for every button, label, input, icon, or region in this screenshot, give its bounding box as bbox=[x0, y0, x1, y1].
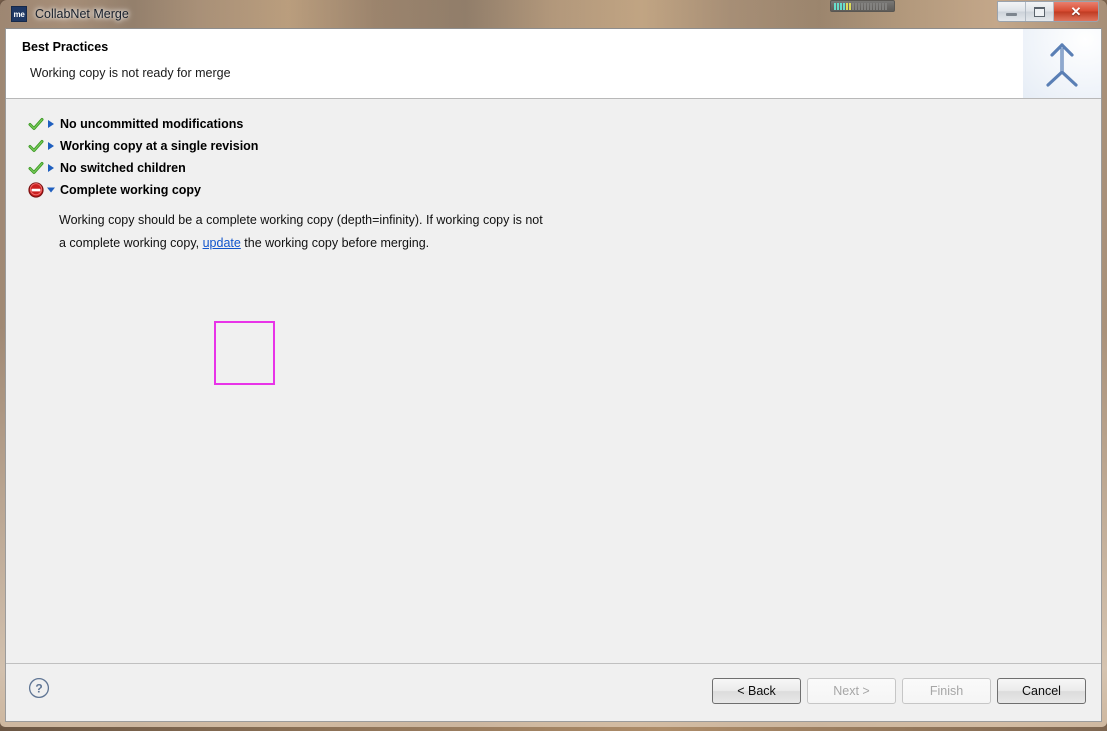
green-check-icon bbox=[28, 116, 44, 132]
detail-line-1: Working copy should be a complete workin… bbox=[59, 213, 543, 227]
dialog-footer: ? < Back Next > Finish Cancel bbox=[6, 663, 1101, 721]
detail-line-2-after: the working copy before merging. bbox=[240, 236, 430, 250]
detail-line-2: a complete working copy, update the work… bbox=[59, 232, 1101, 255]
page-subtitle: Working copy is not ready for merge bbox=[30, 66, 231, 80]
checklist-item-label: No switched children bbox=[60, 161, 186, 175]
content-area: No uncommitted modifications Working cop… bbox=[6, 99, 1101, 663]
desktop-background-strip bbox=[0, 727, 1107, 731]
red-error-icon bbox=[28, 182, 44, 198]
checklist-item-label: Complete working copy bbox=[60, 183, 201, 197]
chevron-down-icon[interactable] bbox=[44, 186, 58, 194]
wizard-button-bar: < Back Next > Finish Cancel bbox=[712, 678, 1086, 704]
chevron-right-icon[interactable] bbox=[44, 163, 58, 173]
chevron-right-icon[interactable] bbox=[44, 141, 58, 151]
cancel-button[interactable]: Cancel bbox=[997, 678, 1086, 704]
back-button[interactable]: < Back bbox=[712, 678, 801, 704]
update-link[interactable]: update bbox=[203, 236, 241, 250]
application-window: me CollabNet Merge ✕ Best Practices Work… bbox=[0, 0, 1107, 727]
svg-text:?: ? bbox=[35, 681, 42, 695]
merge-arrow-icon bbox=[1023, 29, 1101, 98]
detail-line-2-before: a complete working copy, bbox=[59, 236, 203, 250]
checklist-item-label: No uncommitted modifications bbox=[60, 117, 244, 131]
checklist-detail-text: Working copy should be a complete workin… bbox=[6, 209, 1101, 255]
finish-button-label: Finish bbox=[929, 684, 964, 698]
checklist-item-complete-working-copy[interactable]: Complete working copy bbox=[6, 179, 1101, 201]
dialog-client-area: Best Practices Working copy is not ready… bbox=[5, 28, 1102, 722]
green-check-icon bbox=[28, 138, 44, 154]
chevron-right-icon[interactable] bbox=[44, 119, 58, 129]
minimize-icon bbox=[1006, 12, 1017, 16]
checklist-item-working-copy-single-revision[interactable]: Working copy at a single revision bbox=[6, 135, 1101, 157]
minimize-button[interactable] bbox=[998, 2, 1026, 21]
green-check-icon bbox=[28, 160, 44, 176]
annotation-highlight-box bbox=[214, 321, 275, 385]
checklist-item-no-uncommitted-modifications[interactable]: No uncommitted modifications bbox=[6, 113, 1101, 135]
window-controls: ✕ bbox=[997, 1, 1099, 22]
next-button: Next > bbox=[807, 678, 896, 704]
cancel-button-label: Cancel bbox=[1022, 684, 1061, 698]
wizard-header: Best Practices Working copy is not ready… bbox=[6, 29, 1101, 99]
back-button-label: < Back bbox=[737, 684, 776, 698]
maximize-button[interactable] bbox=[1026, 2, 1054, 21]
next-button-label: Next > bbox=[833, 684, 870, 698]
collabnet-merge-icon: me bbox=[11, 6, 27, 22]
title-bar[interactable]: me CollabNet Merge ✕ bbox=[5, 0, 1102, 28]
finish-button: Finish bbox=[902, 678, 991, 704]
checklist-item-no-switched-children[interactable]: No switched children bbox=[6, 157, 1101, 179]
help-button[interactable]: ? bbox=[28, 677, 50, 699]
page-title: Best Practices bbox=[22, 40, 109, 54]
close-button[interactable]: ✕ bbox=[1054, 2, 1098, 21]
checklist-item-label: Working copy at a single revision bbox=[60, 139, 259, 153]
maximize-icon bbox=[1034, 6, 1045, 17]
close-icon: ✕ bbox=[1070, 4, 1082, 19]
window-title: CollabNet Merge bbox=[35, 7, 129, 21]
